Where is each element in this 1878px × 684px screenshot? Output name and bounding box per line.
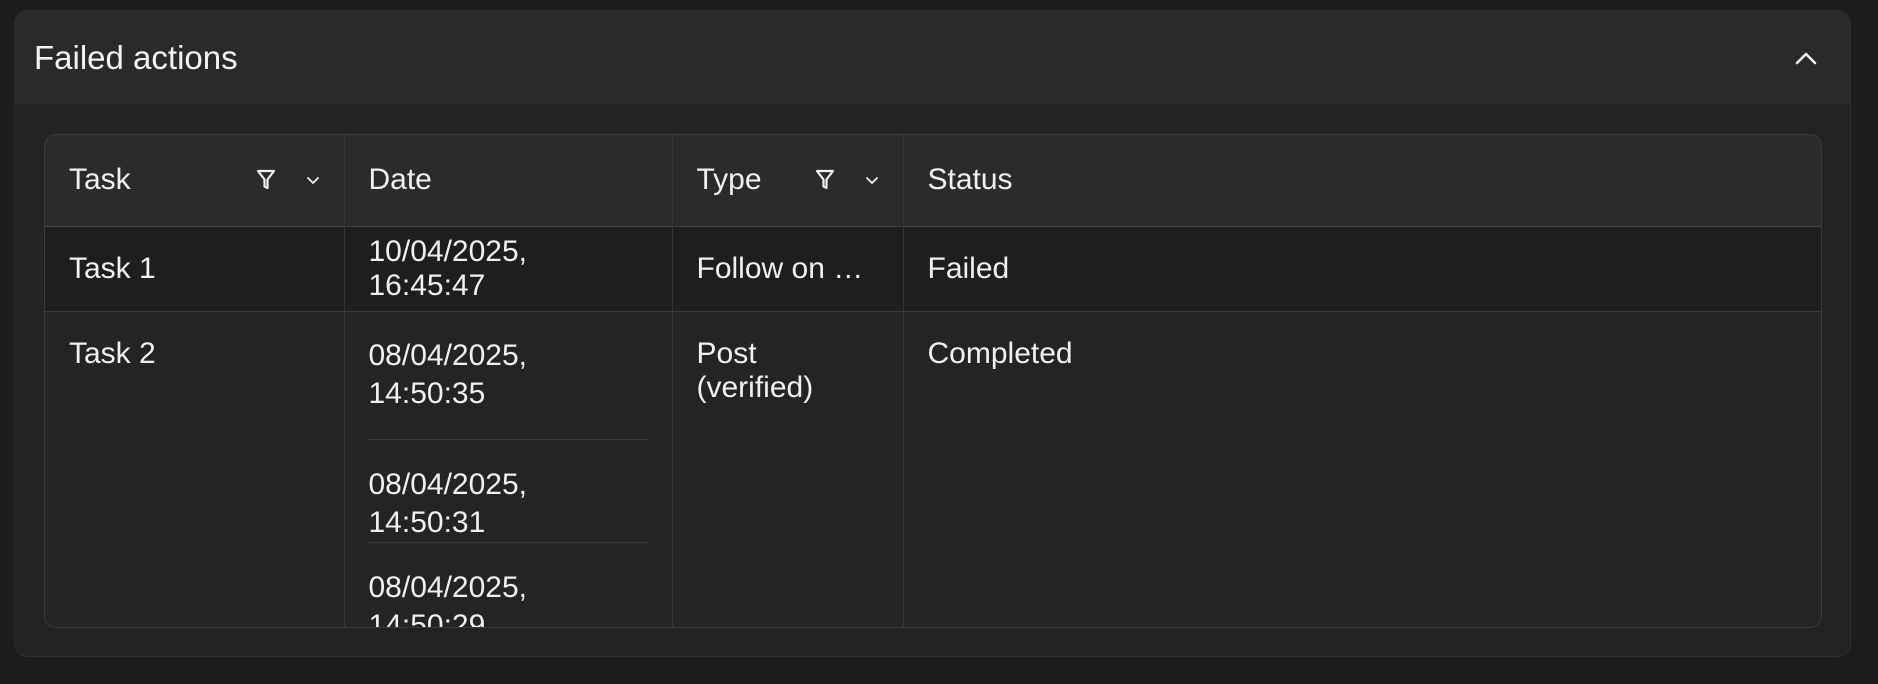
panel-title: Failed actions xyxy=(34,38,238,76)
date-list: 08/04/2025, 14:50:35 08/04/2025, 14:50:3… xyxy=(368,337,648,628)
column-label-status: Status xyxy=(927,163,1013,197)
type-filter-button[interactable] xyxy=(815,169,835,191)
type-cell: Follow on X ... xyxy=(672,226,904,311)
task-filter-button[interactable] xyxy=(256,169,276,191)
column-header-task[interactable]: Task xyxy=(45,135,345,226)
column-label-task: Task xyxy=(69,163,131,197)
table-header-row: Task Date Type Status xyxy=(45,135,1821,226)
table-row[interactable]: Task 2 08/04/2025, 14:50:35 08/04/2025, … xyxy=(45,311,1821,628)
type-sort-dropdown-button[interactable] xyxy=(865,175,879,185)
column-label-date: Date xyxy=(368,163,432,197)
date-entry: 08/04/2025, 14:50:29 xyxy=(368,543,648,628)
chevron-down-icon xyxy=(306,177,319,185)
date-text: 08/04/2025, 14:50:29 xyxy=(368,570,527,628)
date-text: 08/04/2025, 14:50:35 xyxy=(368,338,527,410)
task-cell: Task 2 xyxy=(45,311,345,627)
status-cell: Failed xyxy=(927,251,1010,285)
collapse-button[interactable] xyxy=(1786,38,1826,78)
date-cell: 10/04/2025, 16:45:47 xyxy=(344,226,673,311)
task-cell: Task 1 xyxy=(45,226,345,311)
filter-icon xyxy=(815,170,834,190)
panel-header[interactable]: Failed actions xyxy=(15,11,1850,104)
status-cell: Completed xyxy=(927,336,1073,370)
failed-actions-panel: Failed actions Task Date Type Status Tas… xyxy=(14,10,1851,657)
table-row[interactable]: Task 1 10/04/2025, 16:45:47 Follow on X … xyxy=(45,226,1821,311)
filter-icon xyxy=(256,170,275,190)
date-entry: 08/04/2025, 14:50:35 xyxy=(368,337,648,440)
column-label-type: Type xyxy=(696,163,762,197)
column-header-status: Status xyxy=(903,135,1821,226)
task-sort-dropdown-button[interactable] xyxy=(306,175,320,185)
chevron-down-icon xyxy=(865,177,878,185)
chevron-up-icon xyxy=(1795,52,1817,64)
date-entry: 08/04/2025, 14:50:31 xyxy=(368,440,648,543)
column-header-type[interactable]: Type xyxy=(672,135,904,226)
date-text: 08/04/2025, 14:50:31 xyxy=(368,467,527,539)
column-header-date: Date xyxy=(344,135,673,226)
date-cell: 08/04/2025, 14:50:35 08/04/2025, 14:50:3… xyxy=(344,311,673,628)
failed-actions-table: Task Date Type Status Task 1 10/04/2025,… xyxy=(44,134,1822,628)
type-cell: Post (verified) xyxy=(672,311,904,627)
